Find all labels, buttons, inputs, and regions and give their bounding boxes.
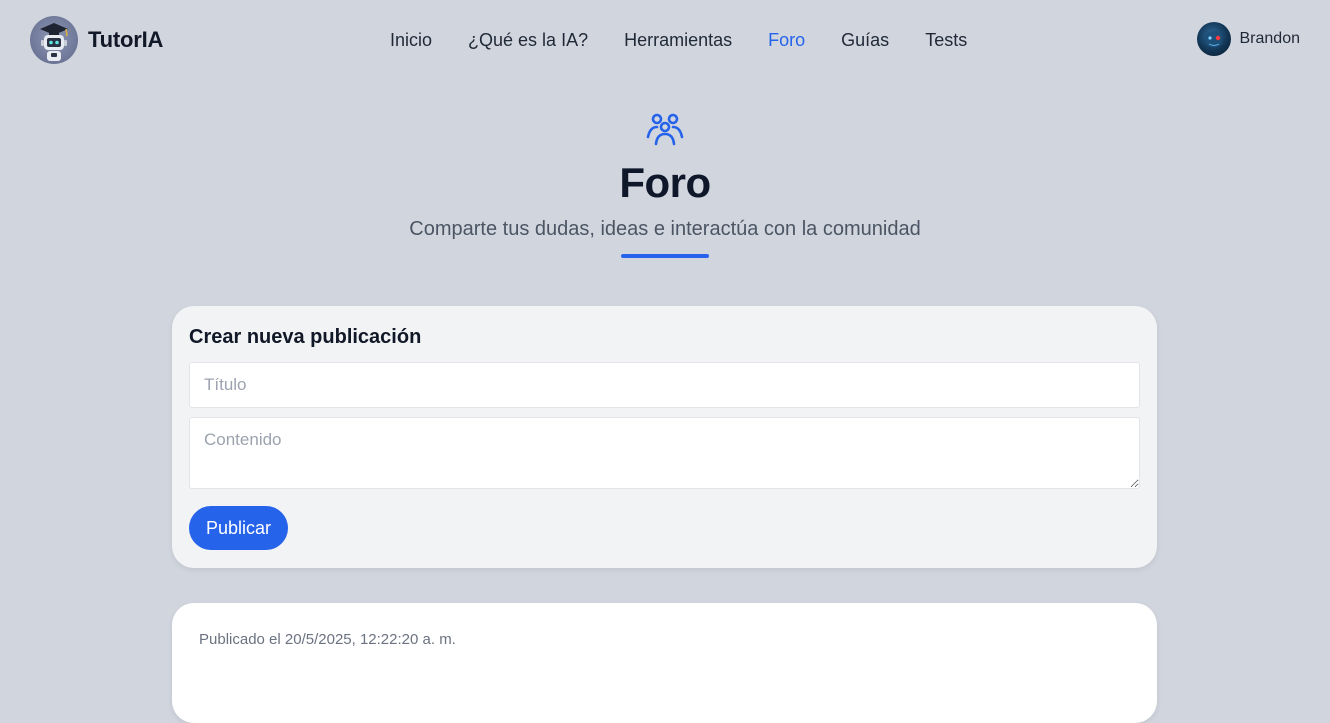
- users-group-icon: [646, 113, 684, 146]
- brand-home-link[interactable]: TutorIA: [30, 16, 163, 64]
- nav-link-guias[interactable]: Guías: [823, 30, 907, 51]
- user-name: Brandon: [1239, 30, 1301, 47]
- post-meta: Publicado el 20/5/2025, 12:22:20 a. m.: [199, 631, 456, 648]
- nav-link-inicio[interactable]: Inicio: [372, 30, 450, 51]
- main-nav: Inicio ¿Qué es la IA? Herramientas Foro …: [372, 0, 985, 80]
- navbar: TutorIA Inicio ¿Qué es la IA? Herramient…: [0, 0, 1330, 80]
- nav-link-herramientas[interactable]: Herramientas: [606, 30, 750, 51]
- user-menu[interactable]: Brandon: [1196, 22, 1301, 56]
- avatar: [1196, 22, 1231, 56]
- create-post-heading: Crear nueva publicación: [189, 326, 422, 348]
- brand-name: TutorIA: [88, 27, 164, 52]
- nav-link-que-es-ia[interactable]: ¿Qué es la IA?: [450, 30, 606, 51]
- create-post-card: Crear nueva publicación Publicar: [172, 306, 1157, 568]
- page-title: Foro: [619, 159, 711, 206]
- nav-link-foro[interactable]: Foro: [750, 30, 823, 51]
- page-header: Foro Comparte tus dudas, ideas e interac…: [0, 110, 1330, 259]
- nav-link-tests[interactable]: Tests: [907, 30, 985, 51]
- page-subtitle: Comparte tus dudas, ideas e interactúa c…: [409, 218, 921, 241]
- title-underline: [621, 254, 709, 259]
- robot-logo-icon: [30, 16, 78, 64]
- post-content-textarea[interactable]: [189, 417, 1140, 489]
- publish-button[interactable]: Publicar: [189, 506, 289, 550]
- post-title-input[interactable]: [189, 362, 1140, 408]
- post-card: Publicado el 20/5/2025, 12:22:20 a. m.: [172, 603, 1157, 723]
